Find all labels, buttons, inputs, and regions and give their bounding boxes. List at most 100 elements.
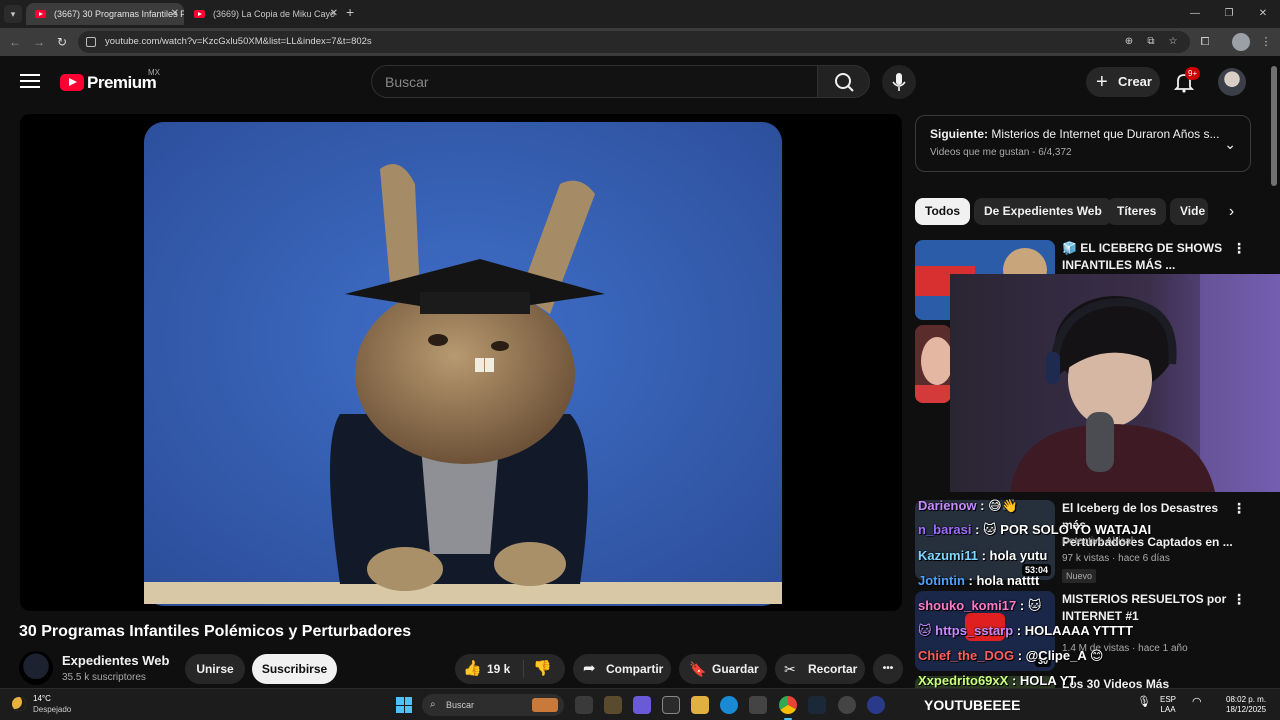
chat-username: shouko_komi17 <box>918 598 1017 613</box>
chip-todos[interactable]: Todos <box>915 198 971 225</box>
clip-button[interactable]: ✂ Recortar <box>775 654 865 684</box>
youtube-premium-logo[interactable]: Premium MX <box>60 68 160 93</box>
save-label: Guardar <box>712 662 759 676</box>
microphone-tray-icon[interactable]: 🎙 <box>1137 697 1151 708</box>
chevron-down-icon[interactable]: ⌄ <box>1224 136 1236 153</box>
zoom-icon[interactable]: ⊕ <box>1122 36 1136 48</box>
youtube-favicon-icon <box>194 10 205 18</box>
profile-avatar-icon[interactable] <box>1232 33 1250 51</box>
notification-count-badge: 9+ <box>1185 67 1201 80</box>
chat-text: : hola natttt <box>964 573 1040 588</box>
chip-videos[interactable]: Vide <box>1170 198 1208 225</box>
chip-de-expedientes-web[interactable]: De Expedientes Web <box>974 198 1112 225</box>
close-window-button[interactable]: ✕ <box>1246 0 1280 28</box>
thumbs-down-icon[interactable]: 👎 <box>533 654 552 684</box>
browser-toolbar: ← → ↻ youtube.com/watch?v=KzcGxlu50XM&li… <box>0 28 1280 56</box>
back-arrow-icon[interactable]: ← <box>6 33 24 51</box>
moon-weather-icon[interactable] <box>12 697 26 711</box>
browser-tab[interactable]: (3669) La Copia de Miku Cayó ✕ <box>185 3 343 25</box>
snipping-tool-icon[interactable] <box>749 696 767 714</box>
task-view-icon[interactable] <box>575 696 593 714</box>
plus-icon: + <box>1096 71 1108 93</box>
voice-search-button[interactable] <box>882 65 916 99</box>
site-info-icon[interactable] <box>86 37 96 47</box>
chevron-right-icon[interactable]: › <box>1218 198 1245 225</box>
scrollbar-thumb[interactable] <box>1271 66 1277 186</box>
tab-close-icon[interactable]: ✕ <box>171 3 179 25</box>
chat-message: Kazumi11 : hola yutu <box>918 548 1047 563</box>
overlay-text: YOUTUBEEEE <box>924 697 1021 713</box>
url-text[interactable]: youtube.com/watch?v=KzcGxlu50XM&list=LL&… <box>105 31 372 53</box>
chat-message: n_barasi : 🐱 POR SOLO YO WATAJAI <box>918 522 1151 538</box>
account-avatar[interactable] <box>1218 68 1246 96</box>
more-actions-button[interactable]: ••• <box>873 654 903 684</box>
chrome-icon[interactable] <box>779 696 797 720</box>
keyboard-layout: LAA <box>1160 705 1176 714</box>
forward-arrow-icon[interactable]: → <box>30 33 48 51</box>
playlist-info: Videos que me gustan - 6/4,372 <box>930 147 1072 158</box>
bookmark-star-icon[interactable]: ☆ <box>1166 36 1180 48</box>
recommendation-title[interactable]: 🧊 EL ICEBERG DE SHOWS INFANTILES MÁS ... <box>1062 240 1240 274</box>
video-player[interactable] <box>20 114 902 611</box>
channel-avatar[interactable] <box>19 651 53 685</box>
chat-text: : 🐱 POR SOLO YO WATAJAI <box>971 522 1152 537</box>
tab-close-icon[interactable]: ✕ <box>330 3 338 25</box>
obs-icon[interactable] <box>838 696 856 714</box>
save-button[interactable]: 🔖 Guardar <box>679 654 767 684</box>
app-icon[interactable] <box>867 696 885 714</box>
widgets-icon[interactable] <box>604 696 622 714</box>
thumbs-up-icon[interactable]: 👍 <box>463 654 482 684</box>
tab-search-button[interactable]: ▾ <box>4 5 22 23</box>
subscribe-button[interactable]: Suscribirse <box>252 654 337 684</box>
language-indicator[interactable]: ESP LAA <box>1160 695 1176 715</box>
store-icon[interactable] <box>662 696 680 714</box>
next-video-title: Misterios de Internet que Duraron Años s… <box>991 127 1220 141</box>
chat-text: : HOLA YT <box>1008 673 1077 688</box>
minimize-button[interactable]: — <box>1178 0 1212 28</box>
windows-start-icon[interactable] <box>396 697 412 713</box>
cast-icon[interactable]: ⧉ <box>1144 36 1158 48</box>
tab-title: (3667) 30 Programas Infantiles Polémicos <box>54 9 184 19</box>
copilot-icon[interactable] <box>633 696 651 714</box>
chat-message: 🐱 https_sstarp : HOLAAAA YTTTT <box>918 623 1133 639</box>
weather-temperature[interactable]: 14°C <box>33 694 51 703</box>
new-tab-button[interactable]: + <box>346 4 354 20</box>
search-button[interactable] <box>817 65 870 98</box>
chip-titeres[interactable]: Títeres <box>1107 198 1167 225</box>
channel-name[interactable]: Expedientes Web <box>62 653 169 668</box>
join-button[interactable]: Unirse <box>185 654 245 684</box>
tab-title: (3669) La Copia de Miku Cayó <box>213 9 336 19</box>
weather-description[interactable]: Despejado <box>33 705 71 714</box>
recommendation-title[interactable]: Los 30 Videos Más Descarados De <box>1062 676 1240 688</box>
steam-icon[interactable] <box>808 696 826 714</box>
search-input[interactable] <box>372 66 818 97</box>
file-explorer-icon[interactable] <box>691 696 709 714</box>
browser-menu-icon[interactable]: ⋮ <box>1257 33 1275 51</box>
new-badge: Nuevo <box>1062 569 1097 583</box>
more-options-icon[interactable]: ⋮ <box>1232 591 1246 608</box>
restore-button[interactable]: ❐ <box>1212 0 1246 28</box>
like-divider <box>523 660 524 678</box>
share-button[interactable]: ➦ Compartir <box>573 654 671 684</box>
browser-tab-active[interactable]: (3667) 30 Programas Infantiles Polémicos… <box>26 3 184 25</box>
video-thumbnail[interactable] <box>915 325 951 403</box>
create-button[interactable]: + Crear <box>1086 67 1160 97</box>
playlist-next-panel[interactable]: Siguiente: Misterios de Internet que Dur… <box>915 115 1251 172</box>
taskbar-search[interactable]: ⌕ Buscar <box>422 694 564 716</box>
edge-icon[interactable] <box>720 696 738 714</box>
address-bar[interactable]: youtube.com/watch?v=KzcGxlu50XM&list=LL&… <box>78 31 1190 53</box>
clock[interactable]: 08:02 p. m. 18/12/2025 <box>1226 695 1266 715</box>
youtube-play-logo-icon <box>60 74 84 91</box>
recommendation-title[interactable]: MISTERIOS RESUELTOS por INTERNET #1 <box>1062 591 1240 625</box>
face-thumbnail-art <box>915 325 951 403</box>
clip-label: Recortar <box>808 662 858 676</box>
more-options-icon[interactable]: ⋮ <box>1232 240 1246 257</box>
notifications-button[interactable]: 9+ <box>1172 67 1201 94</box>
window-controls: — ❐ ✕ <box>1178 0 1280 28</box>
menu-icon[interactable] <box>20 74 40 88</box>
extensions-icon[interactable]: ⧠ <box>1196 33 1214 51</box>
reload-icon[interactable]: ↻ <box>53 33 71 51</box>
more-options-icon[interactable]: ⋮ <box>1232 500 1246 517</box>
wifi-icon[interactable]: ◠ <box>1192 697 1202 708</box>
like-count[interactable]: 19 k <box>487 654 510 684</box>
